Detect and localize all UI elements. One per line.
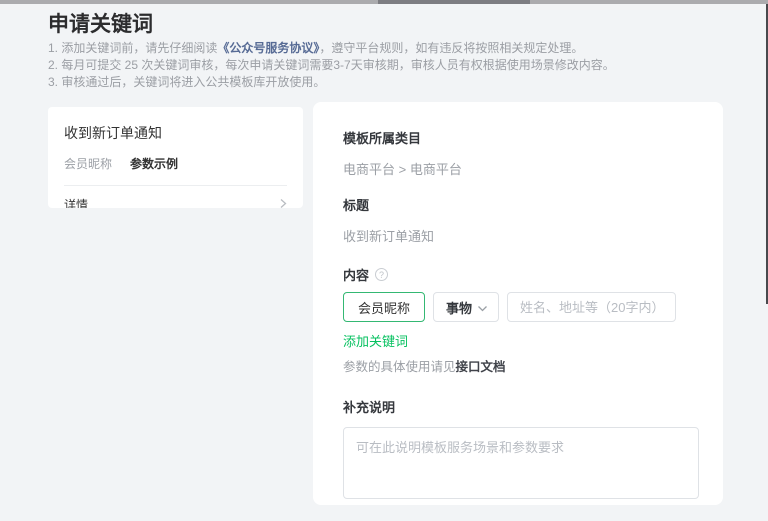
note-label: 补充说明 (343, 397, 699, 416)
preview-param-name: 会员昵称 (64, 155, 112, 172)
page-title: 申请关键词 (48, 8, 153, 38)
chevron-down-icon (477, 300, 488, 315)
type-select[interactable]: 事物 (433, 292, 499, 322)
type-select-value: 事物 (446, 298, 472, 317)
preview-param-value: 参数示例 (130, 155, 178, 172)
window-top-border-dark-segment (378, 0, 530, 4)
preview-divider (64, 185, 287, 186)
help-icon[interactable]: ? (375, 268, 388, 281)
note-textarea[interactable] (343, 427, 699, 499)
instruction-line-2: 2. 每月可提交 25 次关键词审核，每次申请关键词需要3-7天审核期，审核人员… (48, 57, 615, 74)
category-value: 电商平台 > 电商平台 (343, 159, 699, 178)
api-doc-link[interactable]: 接口文档 (456, 360, 506, 374)
instruction-line-1: 1. 添加关键词前，请先仔细阅读《公众号服务协议》，遵守平台规则，如有违反将按照… (48, 40, 615, 57)
add-keyword-link[interactable]: 添加关键词 (343, 331, 408, 350)
title-label: 标题 (343, 195, 699, 214)
preview-title: 收到新订单通知 (64, 123, 287, 143)
keyword-form-panel: 模板所属类目 电商平台 > 电商平台 标题 收到新订单通知 内容 ? 事物 添加… (313, 102, 723, 505)
instructions: 1. 添加关键词前，请先仔细阅读《公众号服务协议》，遵守平台规则，如有违反将按照… (48, 40, 615, 91)
instruction-line-3: 3. 审核通过后，关键词将进入公共模板库开放使用。 (48, 74, 615, 91)
preview-param-row: 会员昵称 参数示例 (64, 155, 287, 172)
content-label: 内容 ? (343, 265, 699, 284)
template-preview-card: 收到新订单通知 会员昵称 参数示例 详情 (48, 107, 303, 208)
title-value: 收到新订单通知 (343, 226, 699, 245)
keyword-input[interactable] (343, 292, 425, 322)
keyword-input-row: 事物 (343, 292, 699, 322)
doc-hint: 参数的具体使用请见接口文档 (343, 356, 699, 375)
example-input[interactable] (507, 292, 676, 322)
preview-detail-row[interactable]: 详情 (64, 196, 287, 208)
chevron-right-icon (279, 198, 287, 209)
service-agreement-link[interactable]: 《公众号服务协议》 (217, 41, 319, 55)
preview-detail-label: 详情 (64, 196, 88, 208)
category-label: 模板所属类目 (343, 128, 699, 147)
